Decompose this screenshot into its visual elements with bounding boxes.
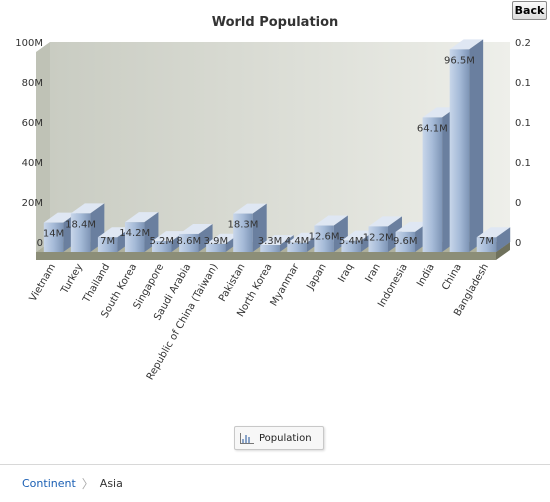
bar-value-label: 12.6M [309, 232, 340, 243]
bar-chart: 0 20M 40M 60M 80M 100M 0 0 0.1 0.1 0.1 0.2 14M18.4… [15, 38, 531, 382]
breadcrumb: Continent 〉 Asia [0, 464, 550, 502]
breadcrumb-current: Asia [99, 477, 123, 490]
x-tick-label: Turkey [59, 262, 85, 297]
legend-label: Population [259, 432, 312, 444]
bar-front [422, 117, 443, 252]
bar-value-label: 5.4M [339, 236, 364, 247]
y2-tick-label: 0.1 [515, 158, 531, 169]
bar-value-label: 14M [43, 229, 64, 240]
x-tick-label: Iraq [336, 262, 355, 284]
bar-side [469, 39, 484, 252]
bar-value-label: 18.3M [227, 220, 258, 231]
x-tick-label: Pakistan [217, 262, 247, 304]
y-tick-label: 80M [22, 78, 43, 89]
bar-value-label: 12.2M [363, 232, 394, 243]
y2-tick-label: 0.2 [515, 38, 531, 49]
bar-value-label: 64.1M [417, 123, 448, 134]
bar-value-label: 3.3M [258, 236, 283, 247]
x-tick-label: Vietnam [28, 262, 58, 304]
bar-front [449, 49, 470, 252]
y2-tick-label: 0.1 [515, 78, 531, 89]
y2-tick-label: 0 [515, 198, 521, 209]
x-tick-label: China [440, 262, 464, 292]
bar-value-label: 3.9M [204, 236, 229, 247]
bar-value-label: 8.6M [177, 236, 202, 247]
bar-value-label: 7M [479, 236, 494, 247]
y2-tick-label: 0.1 [515, 118, 531, 129]
bar-chart-icon [240, 432, 254, 444]
bar[interactable] [449, 39, 484, 252]
bar-value-label: 96.5M [444, 55, 475, 66]
bar-value-label: 9.6M [393, 236, 418, 247]
y-tick-label: 60M [22, 118, 43, 129]
legend[interactable]: Population [234, 426, 324, 450]
y-tick-label: 40M [22, 158, 43, 169]
x-tick-label: Japan [305, 262, 329, 293]
bar-value-label: 18.4M [65, 219, 96, 230]
bar-value-label: 5.2M [149, 236, 174, 247]
plot-floor-front [36, 252, 496, 260]
bar-value-label: 7M [100, 236, 115, 247]
y2-tick-label: 0 [515, 238, 521, 249]
y-tick-label: 20M [22, 198, 43, 209]
x-tick-label: India [415, 262, 437, 289]
bar-value-label: 14.2M [119, 228, 150, 239]
breadcrumb-continent-link[interactable]: Continent [22, 477, 76, 490]
y-tick-label: 0 [37, 238, 43, 249]
breadcrumb-separator: 〉 [81, 477, 94, 491]
y-tick-label: 100M [15, 38, 43, 49]
bar-value-label: 4.4M [285, 236, 310, 247]
x-tick-label: Iran [364, 262, 383, 284]
